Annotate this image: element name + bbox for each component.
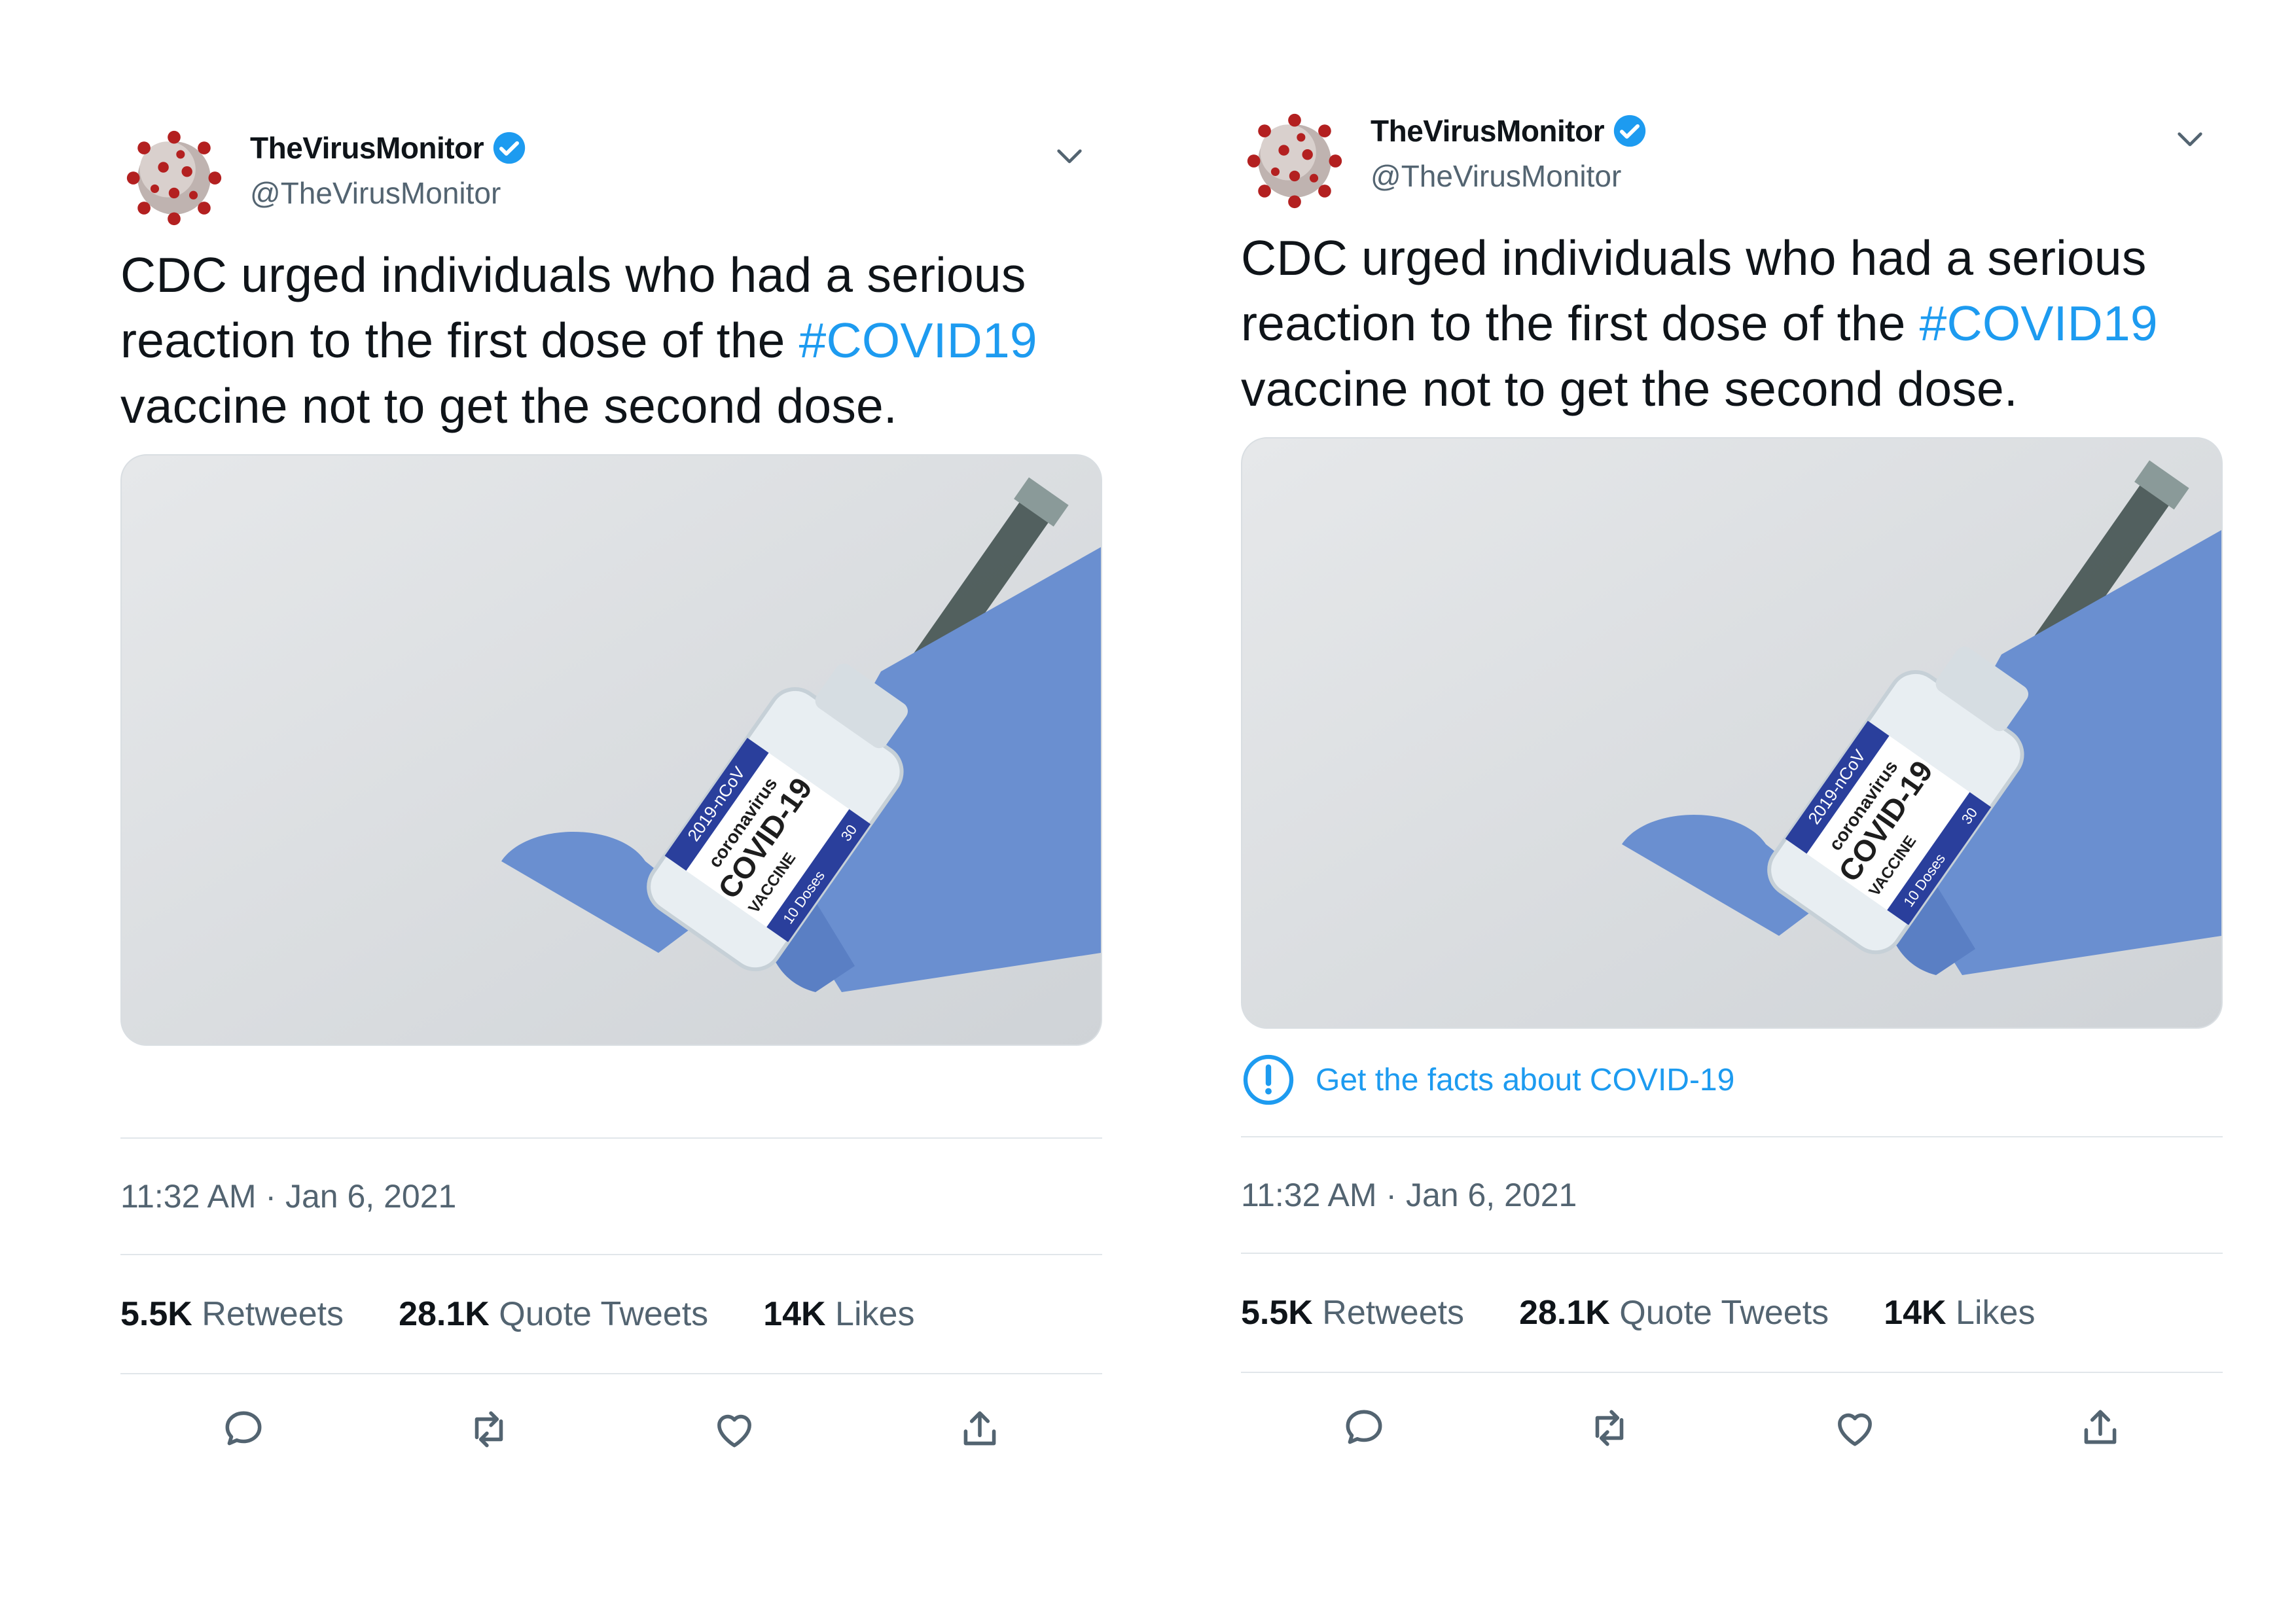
likes-stat[interactable]: 14K Likes xyxy=(763,1294,914,1334)
quote-tweets-count: 28.1K xyxy=(399,1295,490,1333)
tweet-actions xyxy=(1241,1373,2223,1483)
retweet-button[interactable] xyxy=(1486,1404,1732,1452)
quote-tweets-label: Quote Tweets xyxy=(499,1295,709,1333)
hashtag-link[interactable]: #COVID19 xyxy=(799,313,1037,368)
avatar[interactable] xyxy=(1241,107,1348,215)
display-name[interactable]: TheVirusMonitor xyxy=(1371,113,1605,149)
retweets-label: Retweets xyxy=(1322,1294,1465,1332)
chevron-down-icon[interactable] xyxy=(1051,139,1088,175)
exclamation-circle-icon xyxy=(1243,1054,1294,1105)
retweets-label: Retweets xyxy=(202,1295,344,1333)
virus-avatar-icon xyxy=(120,124,228,232)
like-icon xyxy=(1837,1413,1872,1446)
author-names: TheVirusMonitor @TheVirusMonitor xyxy=(1371,111,1649,194)
user-handle[interactable]: @TheVirusMonitor xyxy=(1371,158,1649,194)
likes-label: Likes xyxy=(1956,1294,2036,1332)
reply-icon xyxy=(1346,1410,1382,1444)
tweet-card: TheVirusMonitor @TheVirusMonitor CDC urg… xyxy=(120,124,1102,1484)
author-names: TheVirusMonitor @TheVirusMonitor xyxy=(250,128,528,211)
covid-facts-label: Get the facts about COVID-19 xyxy=(1316,1062,1735,1097)
retweets-count: 5.5K xyxy=(120,1295,192,1333)
virus-avatar-icon xyxy=(1241,107,1348,215)
quote-tweets-stat[interactable]: 28.1K Quote Tweets xyxy=(1519,1293,1829,1332)
tweet-stats: 5.5K Retweets 28.1K Quote Tweets 14K Lik… xyxy=(1241,1254,2223,1372)
likes-count: 14K xyxy=(763,1295,826,1333)
tweet-card: TheVirusMonitor @TheVirusMonitor CDC urg… xyxy=(1241,107,2223,1483)
avatar[interactable] xyxy=(120,124,228,232)
retweet-icon xyxy=(475,1411,503,1448)
retweets-stat[interactable]: 5.5K Retweets xyxy=(120,1294,344,1334)
vaccine-photo: 2019-nCoV coronavirus COVID-19 VACCINE 1… xyxy=(122,455,1101,1044)
retweets-stat[interactable]: 5.5K Retweets xyxy=(1241,1293,1464,1332)
reply-button[interactable] xyxy=(120,1405,366,1454)
chevron-down-icon[interactable] xyxy=(2172,122,2208,158)
reply-button[interactable] xyxy=(1241,1404,1486,1452)
like-icon xyxy=(717,1414,751,1448)
quote-tweets-label: Quote Tweets xyxy=(1619,1294,1829,1332)
verified-badge-icon xyxy=(493,132,526,164)
tweet-header: TheVirusMonitor @TheVirusMonitor xyxy=(120,124,1102,236)
tweet-actions xyxy=(120,1374,1102,1484)
tweet-text-part: vaccine not to get the second dose. xyxy=(120,378,897,433)
share-button[interactable] xyxy=(1977,1404,2223,1452)
verified-badge-icon xyxy=(1613,115,1646,147)
vaccine-photo: 2019-nCoV coronavirus COVID-19 VACCINE 1… xyxy=(1242,438,2221,1027)
tweet-stats: 5.5K Retweets 28.1K Quote Tweets 14K Lik… xyxy=(120,1255,1102,1373)
reply-icon xyxy=(225,1411,261,1446)
display-name[interactable]: TheVirusMonitor xyxy=(250,130,484,166)
likes-label: Likes xyxy=(835,1295,915,1333)
tweet-media[interactable]: 2019-nCoV coronavirus COVID-19 VACCINE 1… xyxy=(1241,437,2223,1029)
likes-stat[interactable]: 14K Likes xyxy=(1884,1293,2035,1332)
like-button[interactable] xyxy=(611,1405,857,1454)
tweet-text-part: vaccine not to get the second dose. xyxy=(1241,361,2018,416)
retweet-button[interactable] xyxy=(366,1405,611,1454)
covid-facts-link[interactable]: Get the facts about COVID-19 xyxy=(1241,1052,2223,1107)
tweet-timestamp[interactable]: 11:32 AM · Jan 6, 2021 xyxy=(120,1139,1102,1254)
share-icon xyxy=(2084,1410,2116,1444)
retweet-icon xyxy=(1595,1410,1623,1446)
share-button[interactable] xyxy=(857,1405,1102,1454)
tweet-timestamp[interactable]: 11:32 AM · Jan 6, 2021 xyxy=(1241,1137,2223,1253)
user-handle[interactable]: @TheVirusMonitor xyxy=(250,175,528,211)
retweets-count: 5.5K xyxy=(1241,1294,1313,1332)
tweet-text: CDC urged individuals who had a serious … xyxy=(120,242,1102,438)
quote-tweets-stat[interactable]: 28.1K Quote Tweets xyxy=(399,1294,708,1334)
quote-tweets-count: 28.1K xyxy=(1519,1294,1610,1332)
tweet-media[interactable]: 2019-nCoV coronavirus COVID-19 VACCINE 1… xyxy=(120,454,1102,1046)
like-button[interactable] xyxy=(1732,1404,1977,1452)
tweet-text: CDC urged individuals who had a serious … xyxy=(1241,225,2223,421)
likes-count: 14K xyxy=(1884,1294,1946,1332)
share-icon xyxy=(963,1411,996,1446)
hashtag-link[interactable]: #COVID19 xyxy=(1920,296,2158,351)
tweet-header: TheVirusMonitor @TheVirusMonitor xyxy=(1241,107,2223,219)
